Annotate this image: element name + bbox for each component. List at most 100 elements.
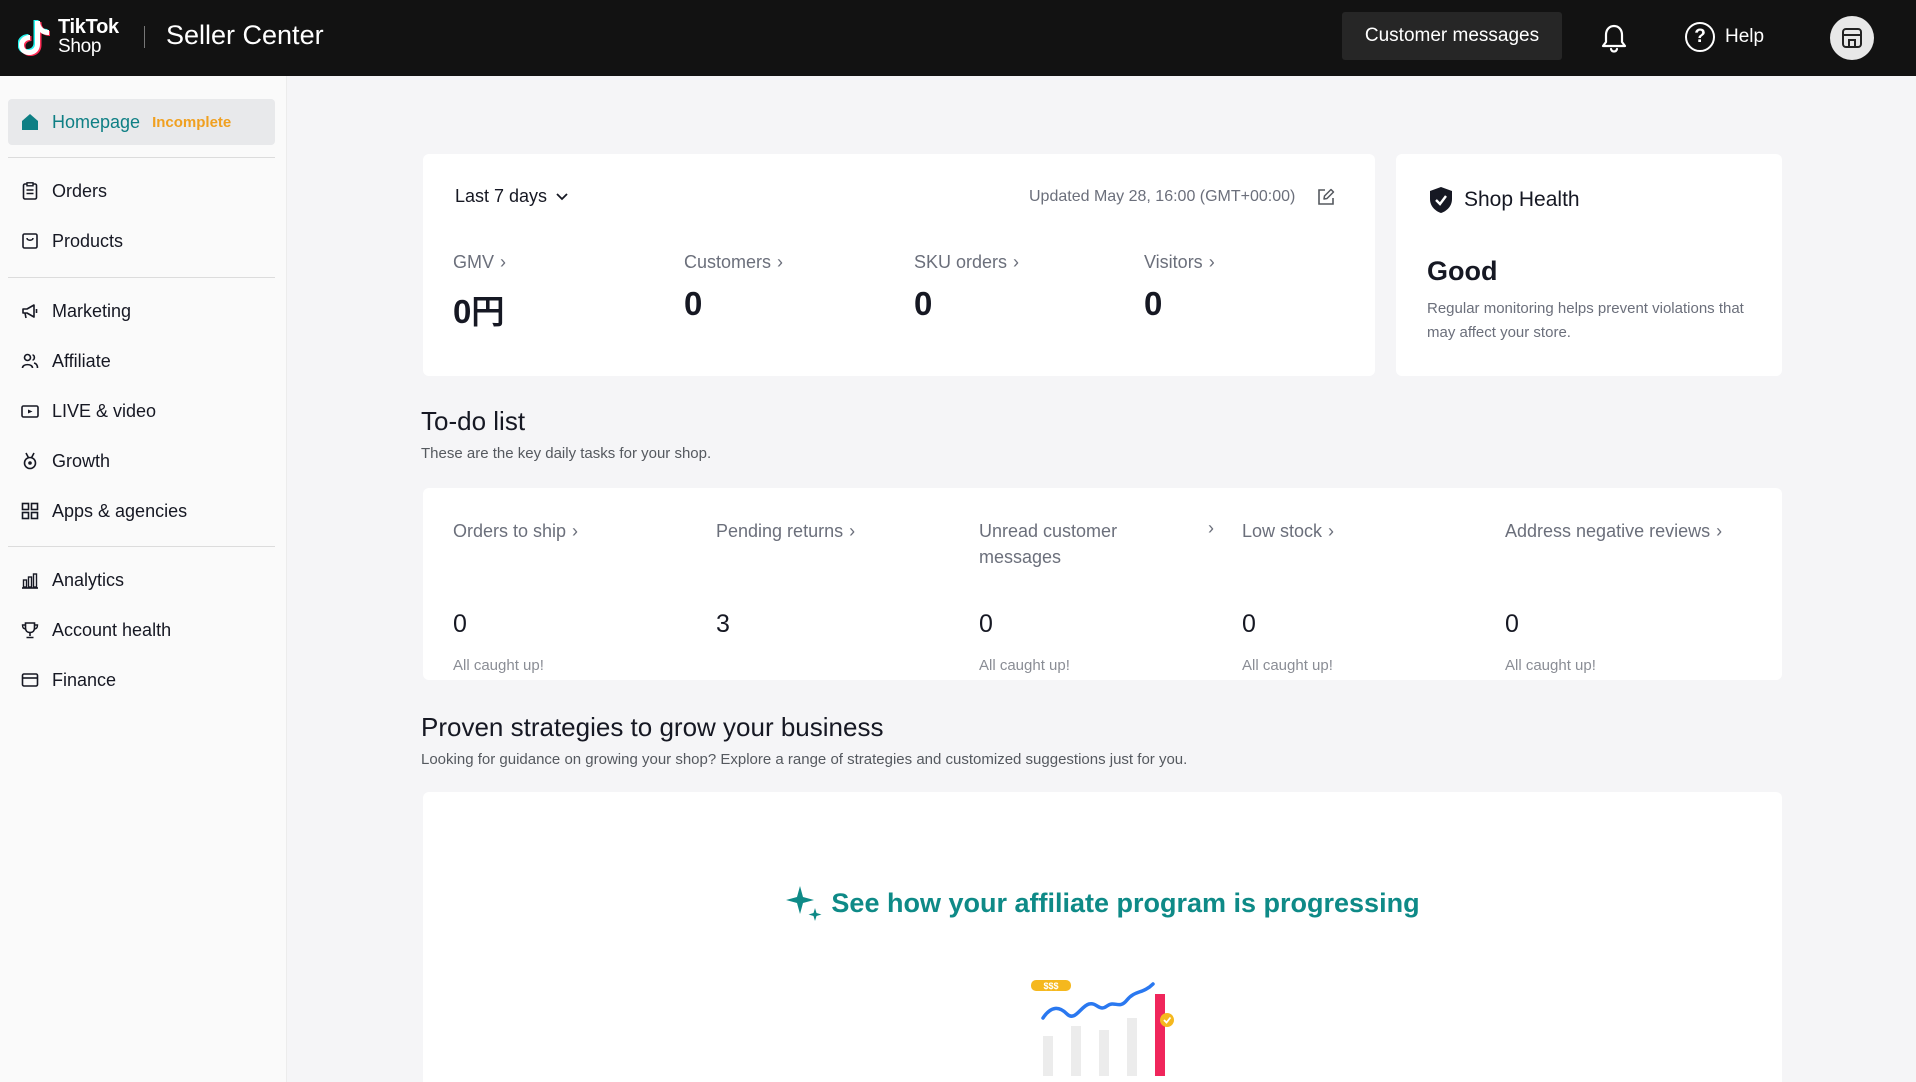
box-icon xyxy=(20,231,40,251)
todo-value: 0 xyxy=(979,610,993,638)
help-button[interactable]: ? Help xyxy=(1685,22,1764,52)
sidebar-divider xyxy=(8,157,275,158)
sidebar-item-homepage[interactable]: Homepage Incomplete xyxy=(8,99,275,145)
shield-check-icon xyxy=(1430,187,1452,213)
chevron-right-icon: › xyxy=(1208,518,1214,538)
todo-value: 0 xyxy=(453,610,467,638)
trophy-icon xyxy=(20,620,40,640)
top-bar: TikTok Shop Seller Center Customer messa… xyxy=(0,0,1916,76)
sidebar-item-growth[interactable]: Growth xyxy=(8,438,275,484)
period-label: Last 7 days xyxy=(455,186,548,206)
affiliate-progress-text: See how your affiliate program is progre… xyxy=(831,887,1420,918)
incomplete-badge: Incomplete xyxy=(152,113,232,131)
sidebar-item-label: Affiliate xyxy=(52,350,111,371)
todo-label: Unread customer messages xyxy=(979,521,1118,567)
strategies-title: Proven strategies to grow your business xyxy=(421,712,884,742)
todo-status: All caught up! xyxy=(1242,657,1333,674)
metric-label: SKU orders xyxy=(914,252,1008,272)
sidebar-item-products[interactable]: Products xyxy=(8,218,275,264)
shop-health-title: Shop Health xyxy=(1464,188,1580,211)
metric-gmv[interactable]: GMV › 0円 xyxy=(453,252,506,333)
todo-value: 0 xyxy=(1242,610,1256,638)
metric-value: 0円 xyxy=(453,293,505,330)
sparkle-icon xyxy=(786,886,822,921)
shop-avatar[interactable] xyxy=(1830,16,1874,60)
metric-sku-orders[interactable]: SKU orders › 0 xyxy=(914,252,1019,323)
todo-status: All caught up! xyxy=(979,657,1070,674)
sidebar-item-label: Homepage xyxy=(52,111,141,132)
chevron-right-icon: › xyxy=(500,252,507,272)
edit-icon[interactable] xyxy=(1317,188,1335,206)
sidebar-item-marketing[interactable]: Marketing xyxy=(8,288,275,334)
clipboard-icon xyxy=(20,181,40,201)
strategies-card: See how your affiliate program is progre… xyxy=(423,792,1782,1082)
shop-health-card[interactable]: Shop Health Good Regular monitoring help… xyxy=(1396,154,1782,376)
sidebar-item-orders[interactable]: Orders xyxy=(8,168,275,214)
metric-value: 0 xyxy=(1144,285,1163,322)
chevron-right-icon: › xyxy=(1328,521,1335,541)
sidebar-item-label: Marketing xyxy=(52,300,132,321)
todo-value: 3 xyxy=(716,610,730,638)
shop-health-status: Good xyxy=(1427,256,1498,286)
todo-unread-messages[interactable]: Unread customer messages › 0 All caught … xyxy=(979,518,1219,674)
sidebar-item-label: Account health xyxy=(52,619,172,640)
todo-status: All caught up! xyxy=(453,657,544,674)
chevron-right-icon: › xyxy=(777,252,784,272)
sidebar-item-analytics[interactable]: Analytics xyxy=(8,557,275,603)
medal-icon xyxy=(20,451,40,471)
updated-timestamp: Updated May 28, 16:00 (GMT+00:00) xyxy=(1029,188,1335,206)
affiliate-progress-link[interactable]: See how your affiliate program is progre… xyxy=(423,884,1782,922)
sidebar-item-live-video[interactable]: LIVE & video xyxy=(8,388,275,434)
sidebar-item-label: Products xyxy=(52,230,124,251)
metric-label: Customers xyxy=(684,252,772,272)
metric-value: 0 xyxy=(914,285,933,322)
period-selector[interactable]: Last 7 days xyxy=(455,186,569,207)
logo-tiktok-text: TikTok xyxy=(58,16,119,38)
megaphone-icon xyxy=(20,301,40,321)
todo-status: All caught up! xyxy=(1505,657,1596,674)
seller-center-title: Seller Center xyxy=(166,20,324,50)
metric-visitors[interactable]: Visitors › 0 xyxy=(1144,252,1215,323)
strategies-subtitle: Looking for guidance on growing your sho… xyxy=(421,751,1188,768)
people-icon xyxy=(20,351,40,371)
sidebar-item-label: Finance xyxy=(52,669,117,690)
sidebar-item-affiliate[interactable]: Affiliate xyxy=(8,338,275,384)
todo-title: To-do list xyxy=(421,406,526,436)
todo-label: Low stock xyxy=(1242,521,1323,541)
todo-label: Orders to ship xyxy=(453,521,567,541)
chevron-right-icon: › xyxy=(849,521,856,541)
todo-pending-returns[interactable]: Pending returns › 3 xyxy=(716,518,956,638)
tiktok-shop-logo[interactable]: TikTok Shop xyxy=(18,15,119,59)
sidebar-divider xyxy=(8,277,275,278)
sidebar-divider xyxy=(8,546,275,547)
todo-negative-reviews[interactable]: Address negative reviews › 0 All caught u… xyxy=(1505,518,1765,674)
sidebar-item-label: LIVE & video xyxy=(52,400,157,421)
chevron-down-icon xyxy=(556,192,568,200)
stats-card: Last 7 days Updated May 28, 16:00 (GMT+0… xyxy=(423,154,1375,376)
sidebar-item-apps-agencies[interactable]: Apps & agencies xyxy=(8,488,275,534)
metric-label: GMV xyxy=(453,252,495,272)
todo-orders-to-ship[interactable]: Orders to ship › 0 All caught up! xyxy=(453,518,693,674)
sidebar-item-finance[interactable]: Finance xyxy=(8,657,275,703)
help-label: Help xyxy=(1725,26,1765,47)
video-icon xyxy=(20,401,40,421)
shop-health-description: Regular monitoring helps prevent violati… xyxy=(1427,300,1744,341)
bar-chart-icon xyxy=(20,570,40,590)
bell-icon[interactable] xyxy=(1598,22,1630,54)
sidebar-item-label: Orders xyxy=(52,180,108,201)
chevron-right-icon: › xyxy=(1716,521,1723,541)
question-circle-icon: ? xyxy=(1685,22,1715,52)
metric-customers[interactable]: Customers › 0 xyxy=(684,252,783,323)
sidebar: Homepage Incomplete Orders Products Mark… xyxy=(0,76,287,1082)
todo-low-stock[interactable]: Low stock › 0 All caught up! xyxy=(1242,518,1482,674)
sidebar-item-account-health[interactable]: Account health xyxy=(8,607,275,653)
customer-messages-button[interactable]: Customer messages xyxy=(1342,12,1562,60)
illustration-badge-text: $$$ xyxy=(1043,981,1058,991)
chevron-right-icon: › xyxy=(1208,252,1215,272)
updated-text: Updated May 28, 16:00 (GMT+00:00) xyxy=(1029,188,1296,205)
home-icon xyxy=(20,112,40,132)
todo-label: Pending returns xyxy=(716,521,844,541)
chevron-right-icon: › xyxy=(572,521,579,541)
grid-icon xyxy=(20,501,40,521)
todo-card: Orders to ship › 0 All caught up! Pending… xyxy=(423,488,1782,680)
